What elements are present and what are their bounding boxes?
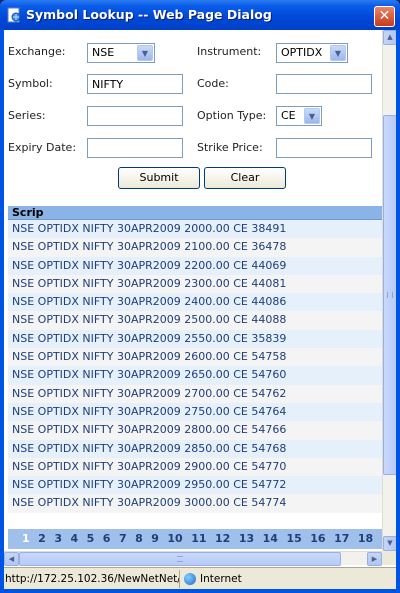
horizontal-scroll-thumb[interactable]	[19, 552, 341, 566]
page-link[interactable]: 17	[334, 529, 349, 549]
table-row[interactable]: NSE OPTIDX NIFTY 30APR2009 2000.00 CE 38…	[8, 220, 382, 239]
option-type-label: Option Type:	[197, 109, 267, 122]
table-row[interactable]: NSE OPTIDX NIFTY 30APR2009 2550.00 CE 35…	[8, 329, 382, 349]
exchange-select[interactable]: NSE ▼	[87, 43, 155, 63]
scroll-down-icon[interactable]: ▼	[383, 536, 396, 551]
submit-button[interactable]: Submit	[118, 167, 200, 189]
page-link[interactable]: 12	[215, 529, 230, 549]
chevron-down-icon[interactable]: ▼	[304, 108, 320, 124]
table-row[interactable]: NSE OPTIDX NIFTY 30APR2009 2700.00 CE 54…	[8, 384, 382, 403]
table-row[interactable]: NSE OPTIDX NIFTY 30APR2009 2300.00 CE 44…	[8, 274, 382, 294]
page-link[interactable]: 13	[239, 529, 254, 549]
status-url: http://172.25.102.36/NewNetNet/L	[4, 570, 180, 588]
results-grid: Scrip NSE OPTIDX NIFTY 30APR2009 2000.00…	[8, 206, 382, 513]
page-link-current: 1	[22, 532, 30, 545]
option-type-select[interactable]: CE ▼	[276, 106, 322, 126]
table-row[interactable]: NSE OPTIDX NIFTY 30APR2009 2200.00 CE 44…	[8, 256, 382, 275]
code-label: Code:	[197, 77, 229, 90]
chevron-down-icon[interactable]: ▼	[137, 45, 153, 61]
page-link[interactable]: 15	[286, 529, 301, 549]
page-link[interactable]: 4	[70, 529, 78, 549]
clear-button[interactable]: Clear	[204, 167, 286, 189]
chevron-down-icon[interactable]: ▼	[330, 45, 346, 61]
exchange-select-value: NSE	[92, 46, 115, 59]
page-link[interactable]: 11	[191, 529, 206, 549]
table-row[interactable]: NSE OPTIDX NIFTY 30APR2009 3000.00 CE 54…	[8, 494, 382, 513]
web-page-icon	[7, 7, 21, 23]
vertical-scroll-thumb[interactable]	[383, 115, 396, 475]
instrument-select[interactable]: OPTIDX ▼	[276, 43, 348, 63]
symbol-input[interactable]	[87, 74, 183, 94]
instrument-label: Instrument:	[197, 45, 262, 58]
table-row[interactable]: NSE OPTIDX NIFTY 30APR2009 2750.00 CE 54…	[8, 402, 382, 422]
pagination-bar: 1 2 3 4 5 6 7 8 9 10 11 12 13 14 15 16 1…	[8, 529, 382, 549]
scroll-left-icon[interactable]: ◀	[4, 552, 19, 566]
series-label: Series:	[8, 109, 46, 122]
vertical-scrollbar[interactable]: ▲ ▼	[382, 30, 396, 551]
page-link[interactable]: 6	[103, 529, 111, 549]
lookup-form: Exchange: NSE ▼ Instrument: OPTIDX ▼ Sym…	[4, 30, 382, 200]
security-zone-label: Internet	[200, 573, 242, 585]
table-row[interactable]: NSE OPTIDX NIFTY 30APR2009 2800.00 CE 54…	[8, 421, 382, 440]
table-row[interactable]: NSE OPTIDX NIFTY 30APR2009 2100.00 CE 36…	[8, 238, 382, 257]
strike-price-label: Strike Price:	[197, 141, 263, 154]
scroll-right-icon[interactable]: ▶	[367, 552, 382, 566]
table-row[interactable]: NSE OPTIDX NIFTY 30APR2009 2600.00 CE 54…	[8, 348, 382, 367]
symbol-label: Symbol:	[8, 77, 53, 90]
title-bar[interactable]: Symbol Lookup -- Web Page Dialog ✕	[0, 0, 400, 30]
page-link[interactable]: 7	[119, 529, 127, 549]
scrollbar-corner	[382, 551, 396, 565]
table-row[interactable]: NSE OPTIDX NIFTY 30APR2009 2950.00 CE 54…	[8, 476, 382, 495]
instrument-select-value: OPTIDX	[281, 46, 323, 59]
table-row[interactable]: NSE OPTIDX NIFTY 30APR2009 2900.00 CE 54…	[8, 457, 382, 477]
series-input[interactable]	[87, 106, 183, 126]
page-link[interactable]: 16	[310, 529, 325, 549]
table-row[interactable]: NSE OPTIDX NIFTY 30APR2009 2400.00 CE 44…	[8, 293, 382, 312]
table-row[interactable]: NSE OPTIDX NIFTY 30APR2009 2500.00 CE 44…	[8, 311, 382, 330]
status-bar: http://172.25.102.36/NewNetNet/L Interne…	[4, 567, 396, 589]
table-row[interactable]: NSE OPTIDX NIFTY 30APR2009 2650.00 CE 54…	[8, 366, 382, 385]
strike-price-input[interactable]	[276, 138, 372, 158]
code-input[interactable]	[276, 74, 372, 94]
page-link[interactable]: 5	[87, 529, 95, 549]
page-link[interactable]: 9	[151, 529, 159, 549]
table-row[interactable]: NSE OPTIDX NIFTY 30APR2009 2850.00 CE 54…	[8, 439, 382, 458]
scrip-column-header: Scrip	[8, 206, 382, 220]
page-link[interactable]: 14	[263, 529, 278, 549]
scroll-up-icon[interactable]: ▲	[383, 30, 396, 45]
dialog-window: Symbol Lookup -- Web Page Dialog ✕ Excha…	[0, 0, 400, 593]
exchange-label: Exchange:	[8, 45, 66, 58]
option-type-select-value: CE	[281, 109, 296, 122]
globe-icon	[184, 573, 196, 585]
horizontal-scrollbar[interactable]: ◀ ▶	[4, 551, 382, 566]
dialog-body: Exchange: NSE ▼ Instrument: OPTIDX ▼ Sym…	[4, 30, 396, 567]
page-link[interactable]: 8	[135, 529, 143, 549]
page-link[interactable]: 3	[54, 529, 62, 549]
expiry-date-label: Expiry Date:	[8, 141, 77, 154]
page-link[interactable]: 18	[358, 529, 373, 549]
close-button[interactable]: ✕	[374, 6, 395, 27]
page-link[interactable]: 10	[167, 529, 182, 549]
window-title: Symbol Lookup -- Web Page Dialog	[26, 7, 272, 22]
page-link[interactable]: 2	[38, 529, 46, 549]
expiry-date-input[interactable]	[87, 138, 183, 158]
